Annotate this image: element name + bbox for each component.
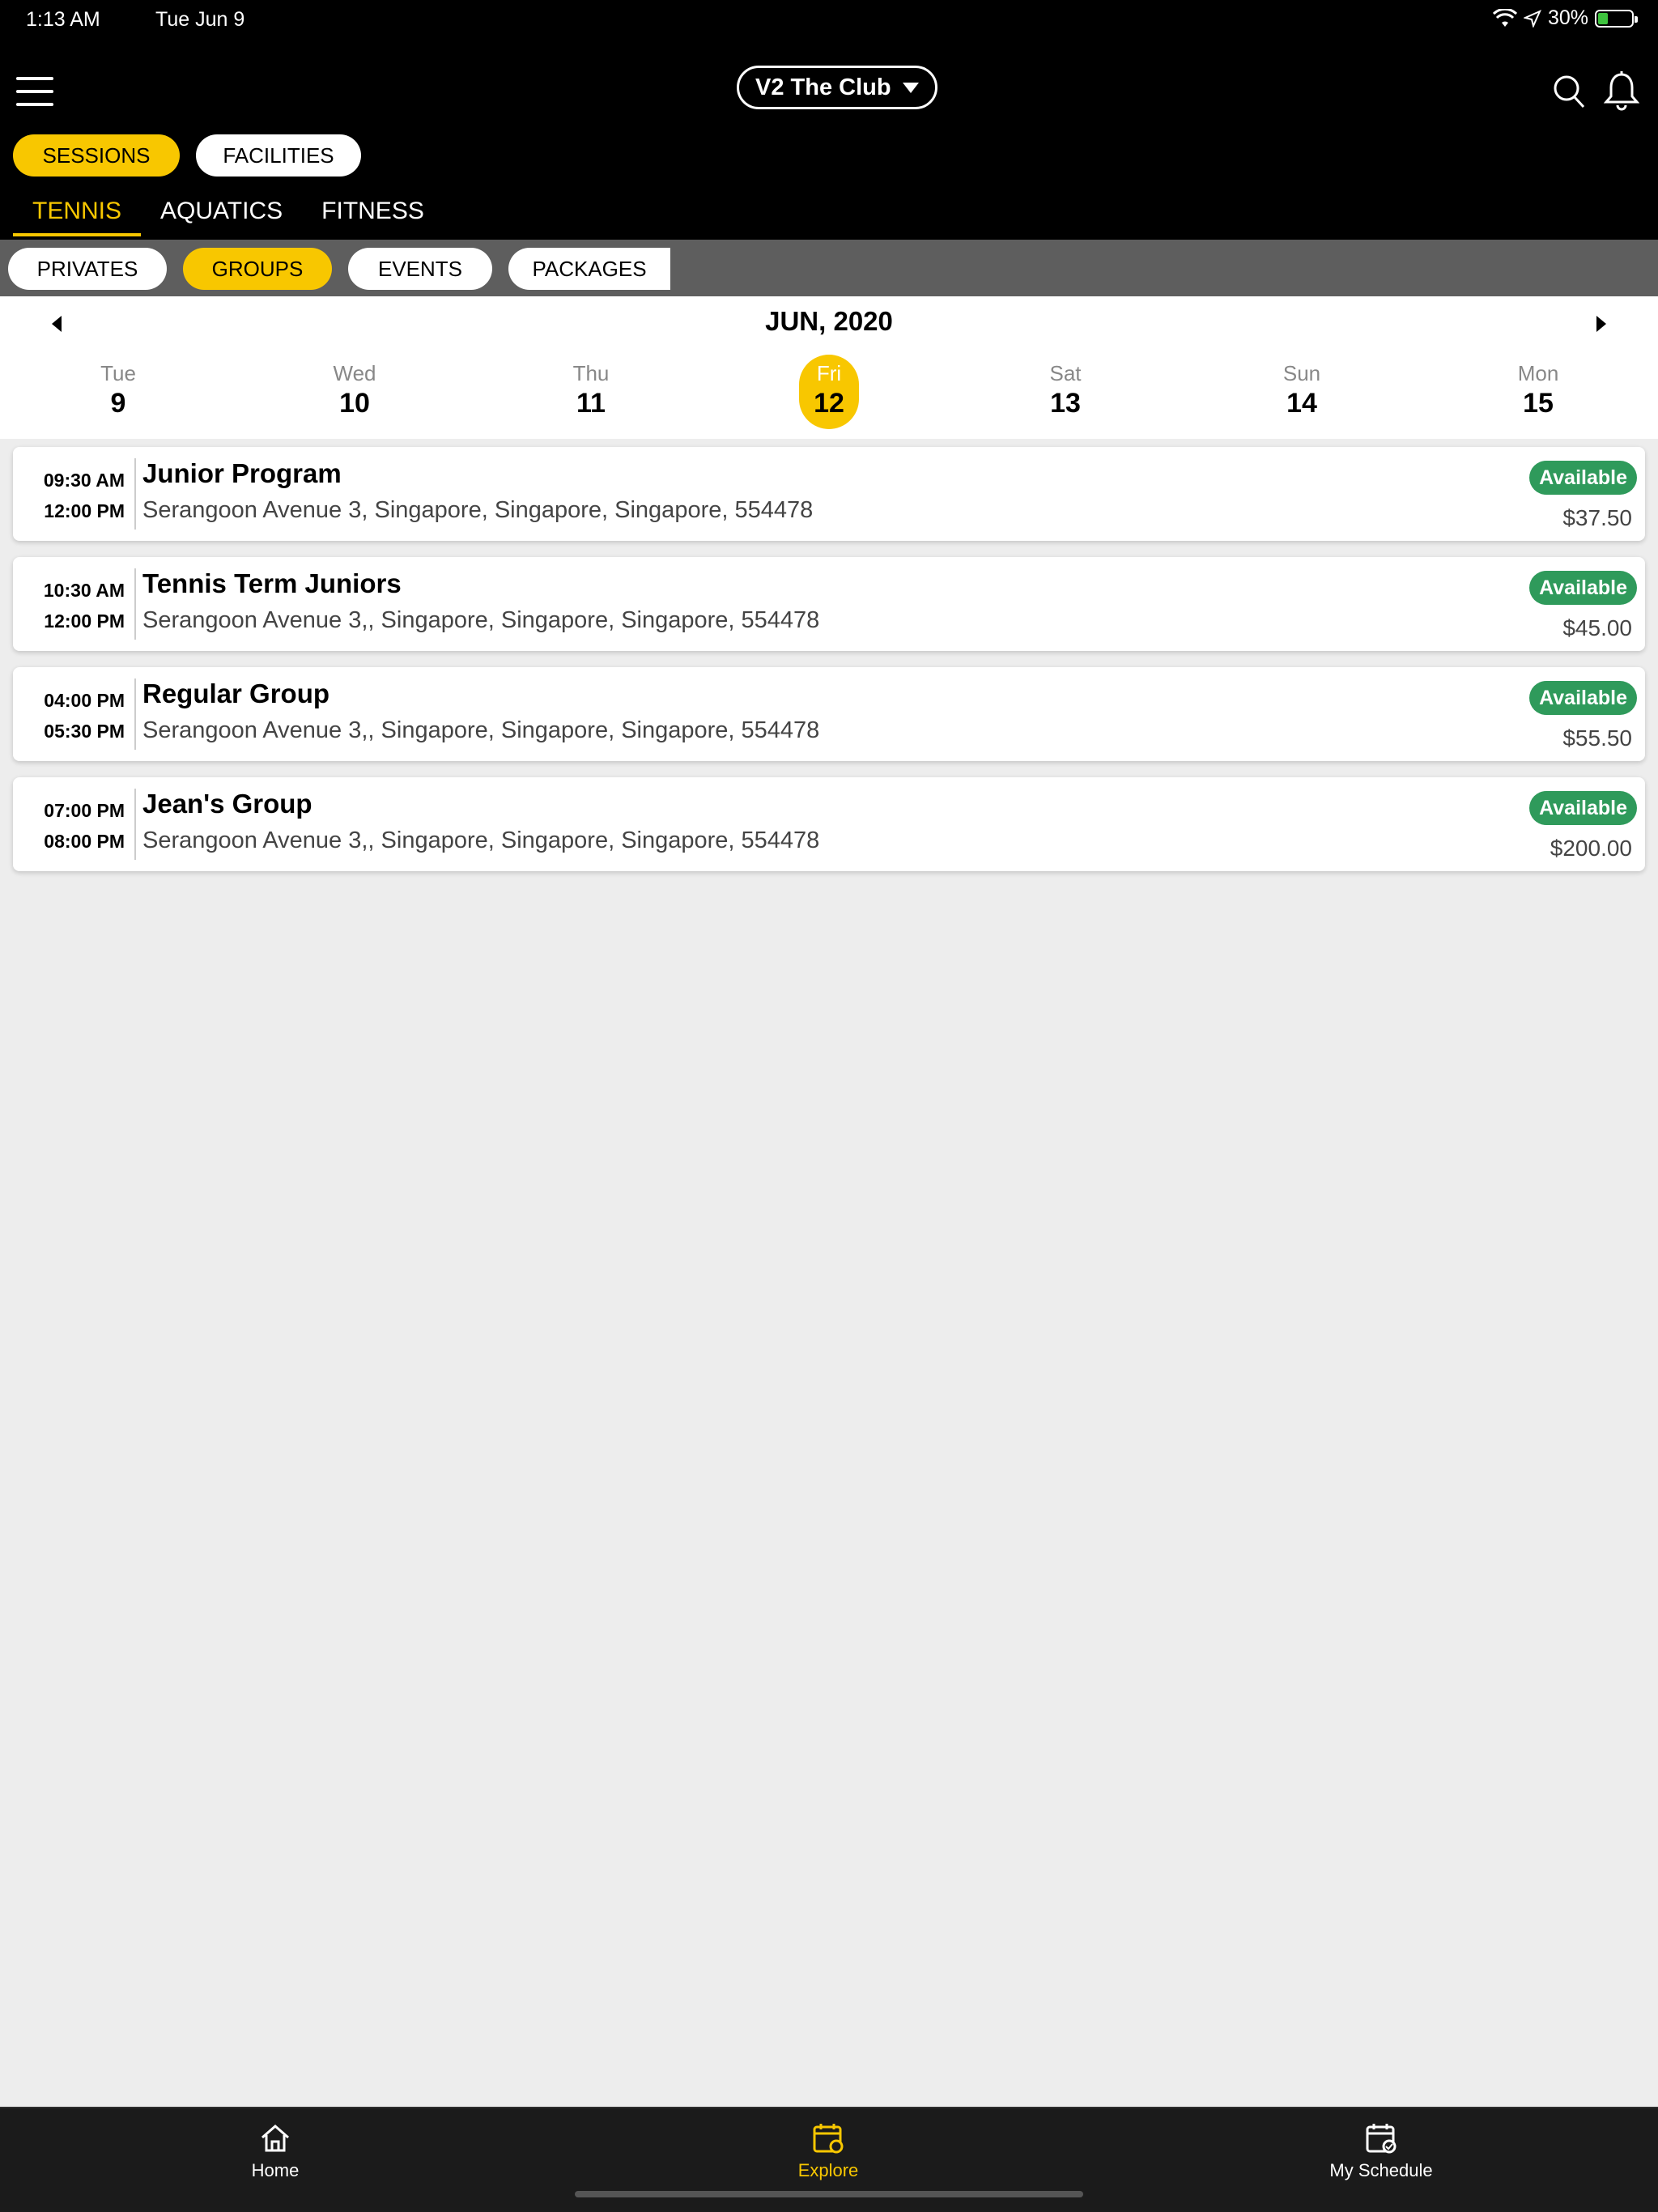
status-badge: Available bbox=[1529, 681, 1637, 715]
session-address: Serangoon Avenue 3, Singapore, Singapore… bbox=[142, 497, 814, 523]
tab-aquatics[interactable]: AQUATICS bbox=[141, 194, 302, 236]
week-calendar: JUN, 2020 Tue 9 Wed 10 Thu 11 Fri 12 Sat… bbox=[0, 296, 1658, 439]
session-title: Junior Program bbox=[142, 458, 342, 488]
status-time: 1:13 AM bbox=[26, 8, 100, 31]
session-address: Serangoon Avenue 3,, Singapore, Singapor… bbox=[142, 607, 820, 633]
tab-my-schedule-label: My Schedule bbox=[1329, 2160, 1433, 2180]
divider bbox=[134, 678, 136, 750]
session-times: 09:30 AM 12:00 PM bbox=[13, 447, 134, 541]
filter-privates[interactable]: PRIVATES bbox=[8, 248, 167, 290]
status-badge: Available bbox=[1529, 461, 1637, 495]
session-address: Serangoon Avenue 3,, Singapore, Singapor… bbox=[142, 827, 820, 853]
session-title: Regular Group bbox=[142, 678, 330, 708]
club-selector[interactable]: V2 The Club bbox=[737, 66, 937, 109]
divider bbox=[134, 789, 136, 860]
battery-icon bbox=[1595, 9, 1638, 28]
calendar-day[interactable]: Sun 14 bbox=[1272, 355, 1332, 429]
chevron-down-icon bbox=[902, 82, 919, 93]
session-card[interactable]: 09:30 AM 12:00 PM Junior Program Serango… bbox=[13, 447, 1645, 541]
tab-home-label: Home bbox=[251, 2160, 300, 2180]
tab-explore-label: Explore bbox=[797, 2160, 859, 2180]
menu-icon[interactable] bbox=[16, 77, 53, 106]
session-card[interactable]: 04:00 PM 05:30 PM Regular Group Serangoo… bbox=[13, 667, 1645, 761]
divider bbox=[134, 568, 136, 640]
session-start-time: 09:30 AM bbox=[43, 470, 125, 491]
calendar-day[interactable]: Mon 15 bbox=[1508, 355, 1568, 429]
tab-tennis[interactable]: TENNIS bbox=[13, 194, 142, 236]
session-card[interactable]: 10:30 AM 12:00 PM Tennis Term Juniors Se… bbox=[13, 557, 1645, 651]
next-week-icon[interactable] bbox=[1596, 316, 1606, 332]
session-times: 07:00 PM 08:00 PM bbox=[13, 777, 134, 871]
calendar-day[interactable]: Tue 9 bbox=[88, 355, 148, 429]
session-price: $37.50 bbox=[1562, 505, 1632, 530]
home-icon bbox=[261, 2125, 289, 2152]
sport-tabs: TENNIS AQUATICS FITNESS bbox=[13, 194, 444, 236]
calendar-day[interactable]: Sat 13 bbox=[1035, 355, 1095, 429]
divider bbox=[134, 458, 136, 530]
battery-percent: 30% bbox=[1547, 6, 1588, 29]
app-header: V2 The Club SESSIONS FACILITIES TENNIS A… bbox=[0, 40, 1658, 240]
session-price: $200.00 bbox=[1550, 836, 1632, 861]
tab-fitness[interactable]: FITNESS bbox=[302, 194, 444, 236]
battery-fill bbox=[1598, 12, 1608, 24]
session-title: Tennis Term Juniors bbox=[142, 568, 402, 598]
filter-packages[interactable]: PACKAGES bbox=[508, 248, 670, 290]
top-toggle-group: SESSIONS FACILITIES bbox=[13, 134, 361, 177]
home-indicator bbox=[575, 2191, 1083, 2197]
calendar-search-icon bbox=[813, 2124, 844, 2154]
calendar-day[interactable]: Wed 10 bbox=[325, 355, 385, 429]
calendar-day-selected[interactable]: Fri 12 bbox=[799, 355, 859, 429]
bell-icon[interactable] bbox=[1601, 70, 1642, 112]
session-start-time: 04:00 PM bbox=[44, 690, 125, 711]
session-type-filter-bar: PRIVATES GROUPS EVENTS PACKAGES bbox=[0, 240, 1658, 296]
session-start-time: 10:30 AM bbox=[43, 580, 125, 601]
status-badge: Available bbox=[1529, 791, 1637, 825]
calendar-check-icon bbox=[1366, 2124, 1397, 2154]
calendar-day[interactable]: Thu 11 bbox=[561, 355, 621, 429]
session-end-time: 12:00 PM bbox=[44, 500, 125, 521]
session-end-time: 12:00 PM bbox=[44, 610, 125, 632]
session-end-time: 05:30 PM bbox=[44, 721, 125, 742]
calendar-month: JUN, 2020 bbox=[765, 306, 893, 336]
search-icon[interactable] bbox=[1550, 70, 1590, 112]
club-name: V2 The Club bbox=[755, 74, 891, 100]
status-bar: 1:13 AM Tue Jun 9 30% bbox=[0, 0, 1658, 40]
tab-my-schedule[interactable]: My Schedule bbox=[1300, 2121, 1462, 2181]
session-card[interactable]: 07:00 PM 08:00 PM Jean's Group Serangoon… bbox=[13, 777, 1645, 871]
tab-explore[interactable]: Explore bbox=[747, 2121, 909, 2181]
session-title: Jean's Group bbox=[142, 789, 312, 819]
session-end-time: 08:00 PM bbox=[44, 831, 125, 852]
session-times: 04:00 PM 05:30 PM bbox=[13, 667, 134, 761]
tab-home[interactable]: Home bbox=[194, 2121, 356, 2181]
status-right: 30% bbox=[1492, 6, 1638, 30]
location-arrow-icon bbox=[1523, 9, 1541, 28]
session-price: $45.00 bbox=[1562, 615, 1632, 640]
session-price: $55.50 bbox=[1562, 725, 1632, 751]
sessions-toggle[interactable]: SESSIONS bbox=[13, 134, 180, 177]
session-times: 10:30 AM 12:00 PM bbox=[13, 557, 134, 651]
filter-events[interactable]: EVENTS bbox=[348, 248, 492, 290]
status-badge: Available bbox=[1529, 571, 1637, 605]
wifi-icon bbox=[1492, 8, 1517, 27]
session-address: Serangoon Avenue 3,, Singapore, Singapor… bbox=[142, 717, 820, 743]
status-date: Tue Jun 9 bbox=[155, 8, 245, 31]
session-start-time: 07:00 PM bbox=[44, 800, 125, 821]
facilities-toggle[interactable]: FACILITIES bbox=[196, 134, 361, 177]
filter-groups[interactable]: GROUPS bbox=[183, 248, 332, 290]
